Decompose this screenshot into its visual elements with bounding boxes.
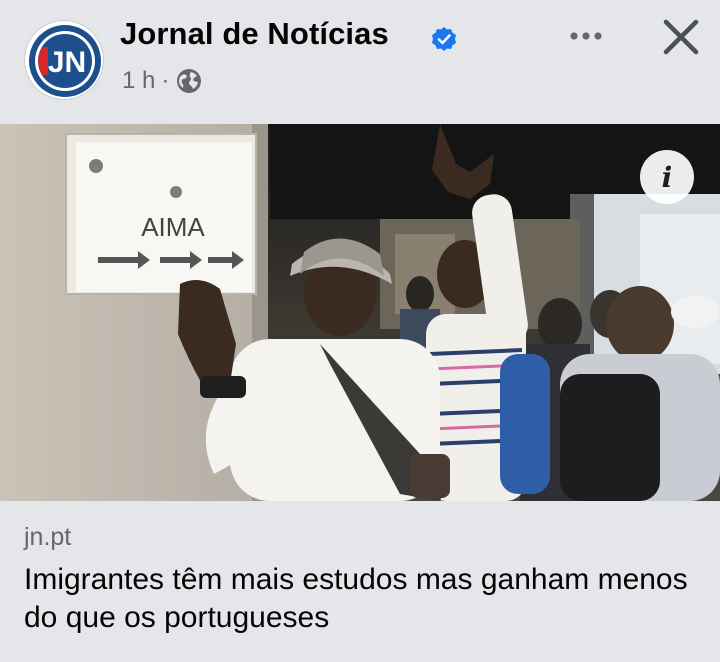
jn-logo-icon: JN bbox=[29, 25, 101, 97]
page-name[interactable]: Jornal de Notícias bbox=[120, 16, 389, 52]
post-photo[interactable]: AIMA i bbox=[0, 124, 720, 501]
page-avatar[interactable]: JN bbox=[24, 20, 104, 100]
more-options-button[interactable] bbox=[562, 18, 610, 54]
post-time[interactable]: 1 h bbox=[122, 67, 155, 95]
photo-illustration: AIMA bbox=[0, 124, 720, 501]
close-icon[interactable] bbox=[656, 12, 706, 62]
sign-text: AIMA bbox=[141, 212, 205, 242]
post-meta: 1 h · bbox=[122, 66, 203, 96]
link-title[interactable]: Imigrantes têm mais estudos mas ganham m… bbox=[24, 561, 704, 637]
verified-badge-icon bbox=[432, 27, 456, 51]
link-domain: jn.pt bbox=[24, 523, 72, 551]
meta-separator: · bbox=[161, 67, 170, 94]
link-preview[interactable]: jn.pt Imigrantes têm mais estudos mas ga… bbox=[0, 501, 720, 662]
more-options-icon bbox=[570, 32, 602, 40]
globe-icon bbox=[177, 69, 202, 93]
info-button[interactable]: i bbox=[640, 150, 694, 204]
avatar-text: JN bbox=[48, 46, 86, 79]
post-header: JN Jornal de Notícias 1 h · bbox=[0, 0, 720, 124]
